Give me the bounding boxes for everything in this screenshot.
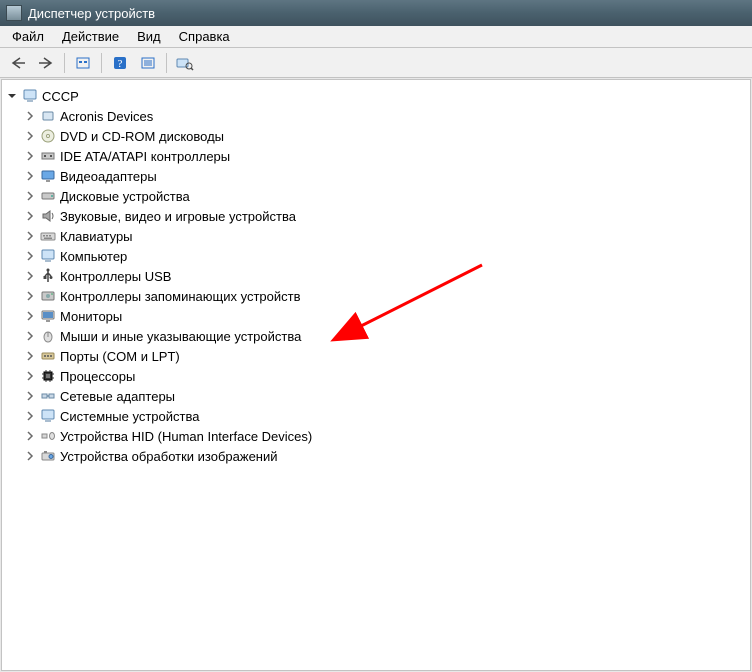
expand-icon[interactable]	[24, 370, 36, 382]
toolbar-separator	[64, 53, 65, 73]
menu-file[interactable]: Файл	[4, 27, 52, 46]
expand-icon[interactable]	[24, 190, 36, 202]
disk-icon	[40, 188, 56, 204]
svg-text:?: ?	[118, 58, 123, 70]
tree-category[interactable]: Звуковые, видео и игровые устройства	[24, 206, 746, 226]
menu-view[interactable]: Вид	[129, 27, 169, 46]
computer-icon	[40, 248, 56, 264]
category-label: Дисковые устройства	[60, 189, 190, 204]
app-icon	[6, 5, 22, 21]
port-icon	[40, 348, 56, 364]
imaging-icon	[40, 448, 56, 464]
tree-category[interactable]: Контроллеры USB	[24, 266, 746, 286]
tree-category[interactable]: Сетевые адаптеры	[24, 386, 746, 406]
tree-root-node[interactable]: CCCP	[6, 86, 746, 106]
expand-icon[interactable]	[24, 270, 36, 282]
tree-category[interactable]: Мыши и иные указывающие устройства	[24, 326, 746, 346]
storage-icon	[40, 288, 56, 304]
tree-category[interactable]: Acronis Devices	[24, 106, 746, 126]
expand-icon[interactable]	[24, 450, 36, 462]
category-label: Процессоры	[60, 369, 135, 384]
disc-icon	[40, 128, 56, 144]
device-icon	[40, 108, 56, 124]
expand-icon[interactable]	[24, 430, 36, 442]
usb-icon	[40, 268, 56, 284]
expand-icon[interactable]	[24, 230, 36, 242]
controller-icon	[40, 148, 56, 164]
system-icon	[40, 408, 56, 424]
category-label: Устройства HID (Human Interface Devices)	[60, 429, 312, 444]
help-button[interactable]: ?	[108, 51, 132, 75]
root-label: CCCP	[42, 89, 79, 104]
toolbar-separator	[166, 53, 167, 73]
details-button[interactable]	[136, 51, 160, 75]
expand-icon[interactable]	[24, 130, 36, 142]
category-label: IDE ATA/ATAPI контроллеры	[60, 149, 230, 164]
category-label: Системные устройства	[60, 409, 199, 424]
tree-view[interactable]: CCCP Acronis Devices DVD и CD-ROM дисково…	[1, 79, 751, 671]
tree-category[interactable]: DVD и CD-ROM дисководы	[24, 126, 746, 146]
network-icon	[40, 388, 56, 404]
toolbar: ?	[0, 48, 752, 78]
category-label: Контроллеры USB	[60, 269, 171, 284]
category-label: Компьютер	[60, 249, 127, 264]
sound-icon	[40, 208, 56, 224]
tree-category[interactable]: Контроллеры запоминающих устройств	[24, 286, 746, 306]
forward-button[interactable]	[34, 51, 58, 75]
category-label: Звуковые, видео и игровые устройства	[60, 209, 296, 224]
expand-icon[interactable]	[24, 290, 36, 302]
expand-icon[interactable]	[24, 170, 36, 182]
category-label: Мониторы	[60, 309, 122, 324]
monitor-icon	[40, 308, 56, 324]
collapse-icon[interactable]	[6, 90, 18, 102]
category-label: Мыши и иные указывающие устройства	[60, 329, 301, 344]
category-label: Сетевые адаптеры	[60, 389, 175, 404]
toolbar-separator	[101, 53, 102, 73]
expand-icon[interactable]	[24, 110, 36, 122]
expand-icon[interactable]	[24, 350, 36, 362]
category-label: Контроллеры запоминающих устройств	[60, 289, 300, 304]
tree-category[interactable]: Процессоры	[24, 366, 746, 386]
keyboard-icon	[40, 228, 56, 244]
menu-help[interactable]: Справка	[171, 27, 238, 46]
tree-category[interactable]: IDE ATA/ATAPI контроллеры	[24, 146, 746, 166]
expand-icon[interactable]	[24, 150, 36, 162]
back-button[interactable]	[6, 51, 30, 75]
expand-icon[interactable]	[24, 330, 36, 342]
tree-category[interactable]: Клавиатуры	[24, 226, 746, 246]
tree-category[interactable]: Дисковые устройства	[24, 186, 746, 206]
expand-icon[interactable]	[24, 250, 36, 262]
tree-category[interactable]: Устройства обработки изображений	[24, 446, 746, 466]
show-hidden-button[interactable]	[71, 51, 95, 75]
category-label: Acronis Devices	[60, 109, 153, 124]
expand-icon[interactable]	[24, 210, 36, 222]
cpu-icon	[40, 368, 56, 384]
tree-category[interactable]: Мониторы	[24, 306, 746, 326]
titlebar: Диспетчер устройств	[0, 0, 752, 26]
category-label: Видеоадаптеры	[60, 169, 157, 184]
tree-category[interactable]: Порты (COM и LPT)	[24, 346, 746, 366]
expand-icon[interactable]	[24, 390, 36, 402]
expand-icon[interactable]	[24, 410, 36, 422]
display-icon	[40, 168, 56, 184]
mouse-icon	[40, 328, 56, 344]
tree-category[interactable]: Видеоадаптеры	[24, 166, 746, 186]
scan-button[interactable]	[173, 51, 197, 75]
category-label: Устройства обработки изображений	[60, 449, 278, 464]
category-label: DVD и CD-ROM дисководы	[60, 129, 224, 144]
hid-icon	[40, 428, 56, 444]
computer-icon	[22, 88, 38, 104]
menubar: Файл Действие Вид Справка	[0, 26, 752, 48]
tree-category[interactable]: Системные устройства	[24, 406, 746, 426]
tree-category[interactable]: Устройства HID (Human Interface Devices)	[24, 426, 746, 446]
tree-category[interactable]: Компьютер	[24, 246, 746, 266]
category-label: Клавиатуры	[60, 229, 133, 244]
expand-icon[interactable]	[24, 310, 36, 322]
menu-action[interactable]: Действие	[54, 27, 127, 46]
window-title: Диспетчер устройств	[28, 6, 155, 21]
category-label: Порты (COM и LPT)	[60, 349, 180, 364]
